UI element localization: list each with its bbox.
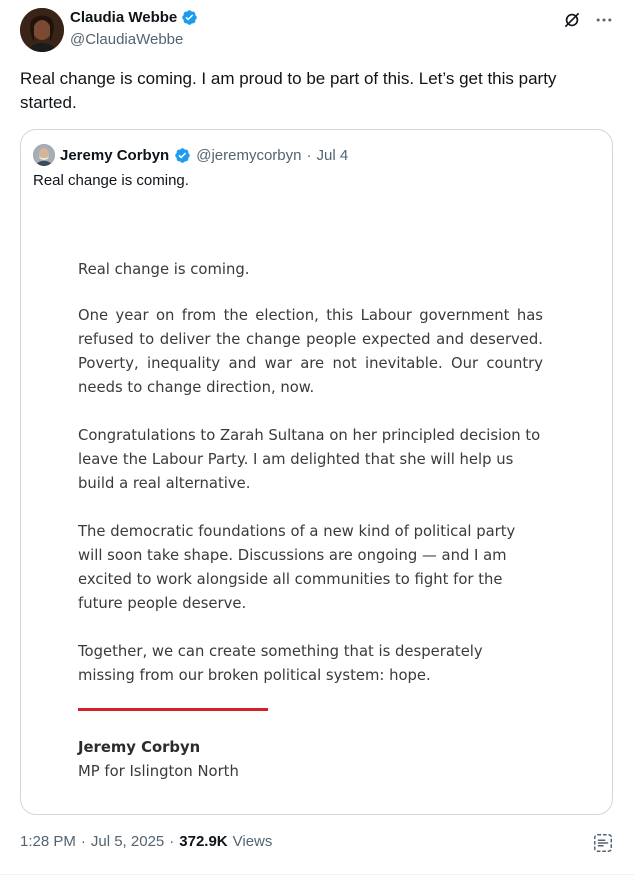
tweet: Claudia Webbe @ClaudiaWebbe Real change … — [0, 0, 634, 884]
meta-separator-2: · — [169, 833, 175, 850]
statement-paragraph-1: Real change is coming. — [78, 261, 250, 278]
grok-icon[interactable] — [562, 10, 582, 30]
post-date[interactable]: Jul 5, 2025 — [91, 833, 164, 850]
statement-paragraph-5: Together, we can create something that i… — [78, 643, 483, 684]
post-time[interactable]: 1:28 PM — [20, 833, 76, 850]
analytics-icon[interactable] — [592, 832, 614, 854]
author-name-row[interactable]: Claudia Webbe — [70, 9, 198, 26]
post-text: Real change is coming. I am proud to be … — [20, 69, 557, 112]
quote-text: Real change is coming. — [33, 172, 189, 189]
quote-author-handle: @jeremycorbyn — [196, 146, 302, 164]
author-avatar[interactable] — [20, 8, 64, 52]
meta-separator-1: · — [80, 833, 86, 850]
quote-date: Jul 4 — [316, 146, 349, 164]
statement-paragraph-3: Congratulations to Zarah Sultana on her … — [78, 427, 541, 492]
quoted-tweet[interactable]: Jeremy Corbyn @jeremycorbyn · Jul 4 Real… — [20, 129, 613, 815]
author-handle[interactable]: @ClaudiaWebbe — [70, 31, 183, 48]
statement-paragraph-4: The democratic foundations of a new kind… — [78, 523, 516, 612]
more-icon[interactable] — [594, 10, 614, 30]
quote-separator: · — [306, 146, 312, 164]
bottom-divider — [0, 874, 634, 875]
tweet-meta: 1:28 PM · Jul 5, 2025 · 372.9K Views — [20, 833, 272, 850]
quote-header: Jeremy Corbyn @jeremycorbyn · Jul 4 — [33, 144, 348, 166]
views-label: Views — [232, 833, 273, 850]
quote-verified-badge-icon — [174, 147, 191, 164]
quote-author-name: Jeremy Corbyn — [60, 146, 170, 164]
red-divider — [78, 708, 268, 711]
top-actions — [562, 10, 614, 30]
signature-role: MP for Islington North — [78, 763, 239, 780]
quote-author-avatar — [33, 144, 55, 166]
signature-name: Jeremy Corbyn — [78, 739, 201, 756]
views-count: 372.9K — [179, 833, 228, 850]
verified-badge-icon — [181, 9, 198, 26]
statement-paragraph-2: One year on from the election, this Labo… — [78, 307, 543, 396]
author-name[interactable]: Claudia Webbe — [70, 9, 177, 26]
